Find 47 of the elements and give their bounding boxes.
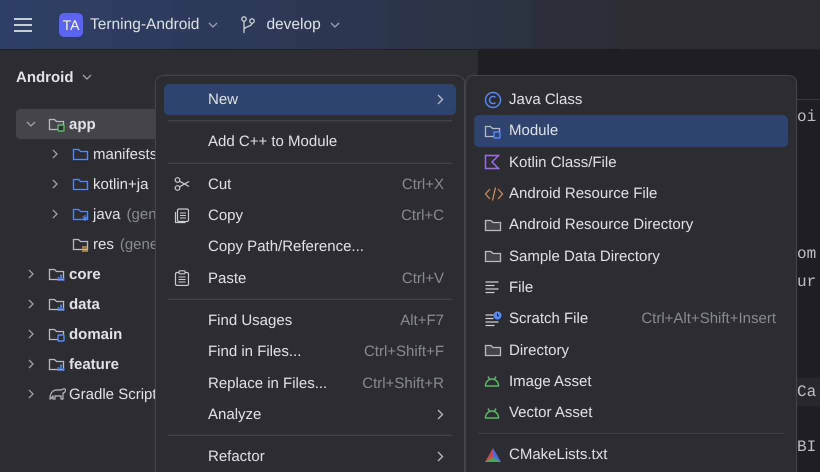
- menu-item-label: Android Resource File: [509, 185, 658, 202]
- menu-item-label: Android Resource Directory: [509, 216, 694, 234]
- tree-item-label: manifests: [93, 146, 158, 162]
- code-text: oi: [797, 108, 816, 126]
- shortcut-text: Ctrl+C: [401, 207, 444, 224]
- shortcut-text: Ctrl+Shift+F: [364, 343, 444, 360]
- menu-item-label: Copy Path/Reference...: [208, 238, 364, 256]
- tree-item-label: app: [69, 116, 96, 132]
- tree-item-label: feature: [69, 356, 120, 372]
- tree-item-label: data: [69, 296, 100, 312]
- code-text: Ca: [797, 382, 816, 401]
- tree-item-label: java: [93, 206, 121, 222]
- code-text: BI: [797, 438, 816, 456]
- menu-item-label: Image Asset: [509, 372, 592, 390]
- tree-item-label: Gradle Script: [69, 386, 157, 402]
- tree-item-label: core: [69, 266, 101, 282]
- menu-item-label: Find Usages: [208, 312, 292, 329]
- menu-item-label: Java Class: [509, 91, 582, 108]
- tree-item-label: kotlin+ja: [93, 176, 148, 192]
- menu-item-label: File: [509, 278, 534, 296]
- menu-item-label: New: [208, 91, 238, 108]
- shortcut-text: Ctrl+Shift+R: [362, 374, 444, 392]
- menu-item-label: Cut: [208, 176, 232, 193]
- shortcut-text: Ctrl+X: [402, 176, 444, 193]
- menu-item-label: Add C++ to Module: [208, 133, 338, 150]
- shortcut-text: Ctrl+Alt+Shift+Insert: [641, 310, 776, 328]
- menu-item-label: Kotlin Class/File: [509, 154, 617, 171]
- menu-item-label: Vector Asset: [509, 404, 592, 422]
- menu-item-label: Scratch File: [509, 310, 588, 328]
- shortcut-text: Ctrl+V: [402, 270, 444, 287]
- project-badge: TA: [59, 12, 83, 36]
- shortcut-text: Alt+F7: [400, 312, 444, 329]
- menu-item-label: Directory: [509, 342, 570, 359]
- menu-item-label: Find in Files...: [208, 343, 302, 360]
- menu-item-label: Replace in Files...: [208, 374, 328, 392]
- menu-item-label: Analyze: [208, 406, 262, 423]
- tree-item-label: res: [93, 236, 114, 252]
- menu-item-label: Refactor: [208, 448, 265, 466]
- tree-item-note: (gen: [126, 206, 157, 222]
- menu-item-label: Paste: [208, 270, 246, 287]
- menu-item-label: Sample Data Directory: [509, 248, 660, 265]
- menu-item-label: Module: [509, 122, 558, 140]
- code-text: ur: [797, 272, 816, 291]
- menu-item-label: CMakeLists.txt: [509, 446, 608, 464]
- code-text: om: [797, 245, 816, 264]
- menu-item-label: Copy: [208, 207, 244, 224]
- tree-item-label: domain: [69, 326, 122, 342]
